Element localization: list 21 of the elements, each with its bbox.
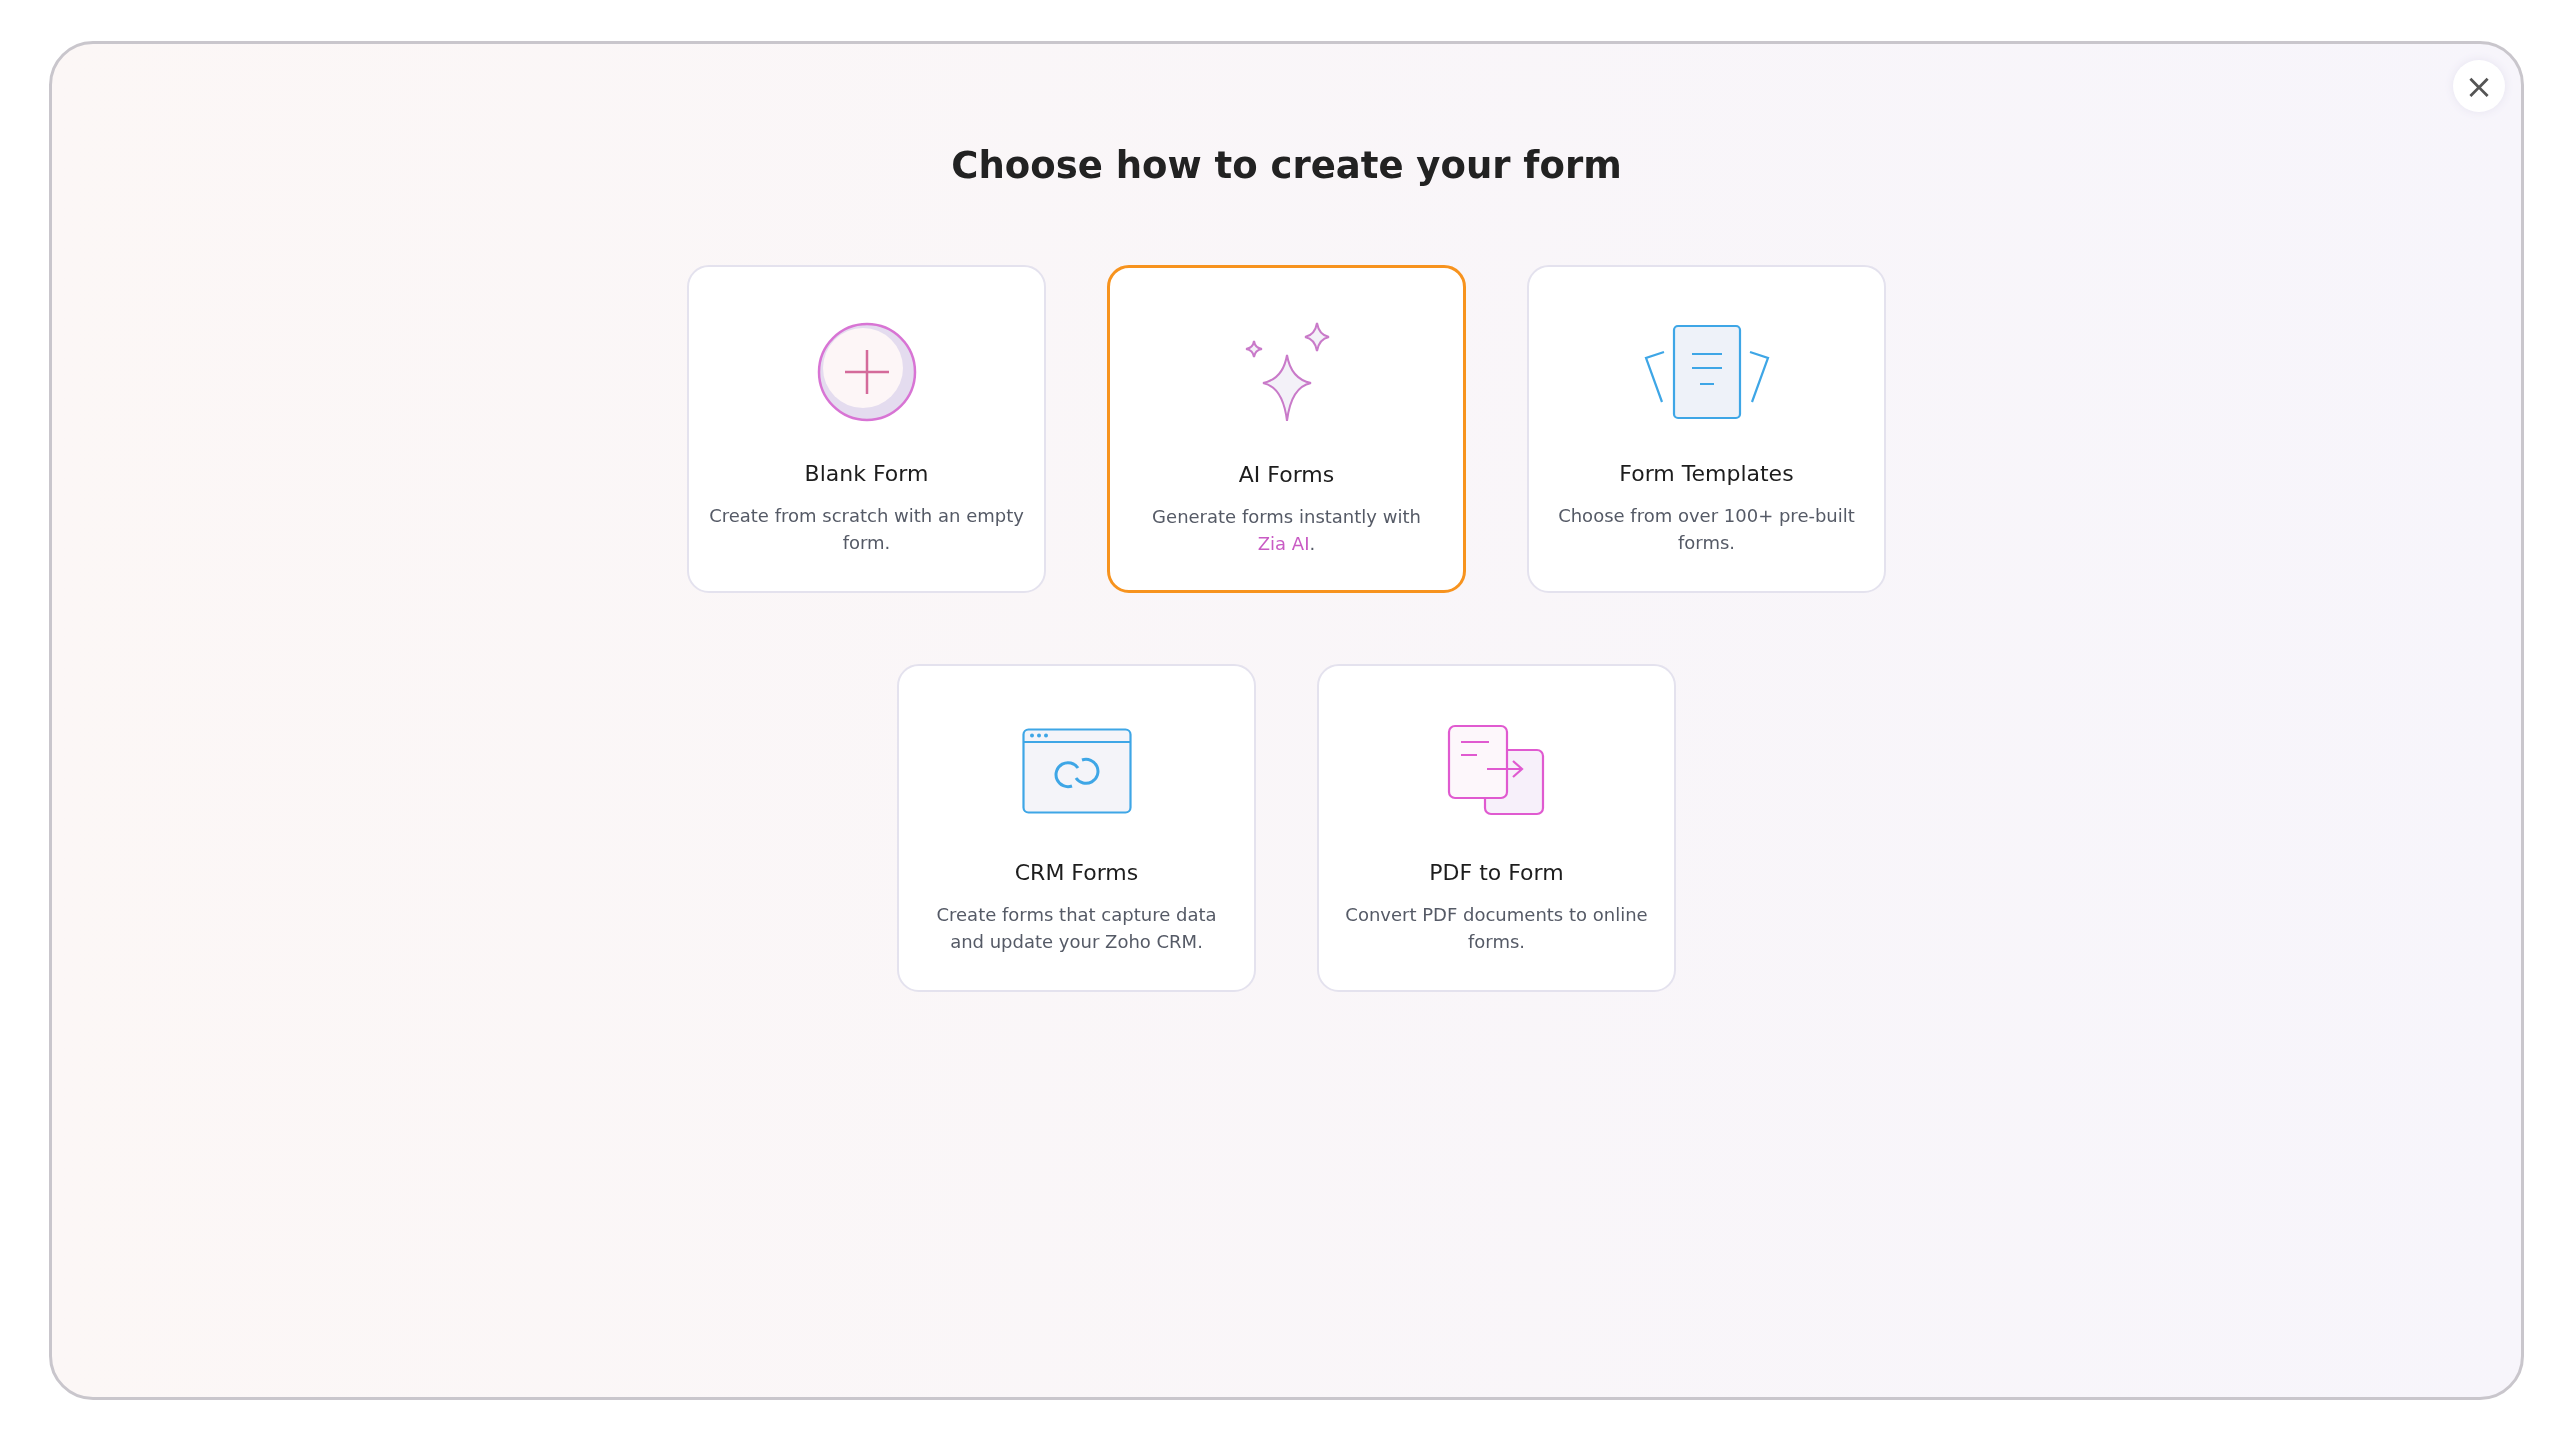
option-card[interactable]: Blank Form Create from scratch with an empty form. <box>687 265 1046 593</box>
card-description: Create forms that capture data and update your Zoho CRM. <box>935 903 1218 954</box>
card-title: Blank Form <box>804 461 929 486</box>
zia-ai-link[interactable]: Zia AI <box>1257 533 1310 554</box>
document-convert-icon <box>1446 724 1547 818</box>
browser-link-icon <box>1021 728 1132 814</box>
option-card[interactable]: PDF to Form Convert PDF documents to online forms. <box>1317 664 1676 992</box>
card-description: Choose from over 100+ pre-built forms. <box>1557 504 1856 555</box>
plus-circle-icon <box>816 322 917 422</box>
option-card[interactable]: CRM Forms Create forms that capture data and update your Zoho CRM. <box>897 664 1256 992</box>
card-description: Generate forms instantly with Zia AI. <box>1151 505 1422 556</box>
option-card[interactable]: AI Forms Generate forms instantly with Zia AI. <box>1107 265 1466 593</box>
card-title: AI Forms <box>1238 462 1335 487</box>
card-title: Form Templates <box>1619 461 1794 486</box>
card-description: Create from scratch with an empty form. <box>708 504 1025 555</box>
option-card[interactable]: Form Templates Choose from over 100+ pre-built forms. <box>1527 265 1886 593</box>
card-title: PDF to Form <box>1429 860 1564 885</box>
card-title: CRM Forms <box>1014 860 1139 885</box>
close-button[interactable]: × <box>2453 60 2505 112</box>
card-description: Convert PDF documents to online forms. <box>1344 903 1649 954</box>
dialog-title: Choose how to create your form <box>951 144 1622 187</box>
